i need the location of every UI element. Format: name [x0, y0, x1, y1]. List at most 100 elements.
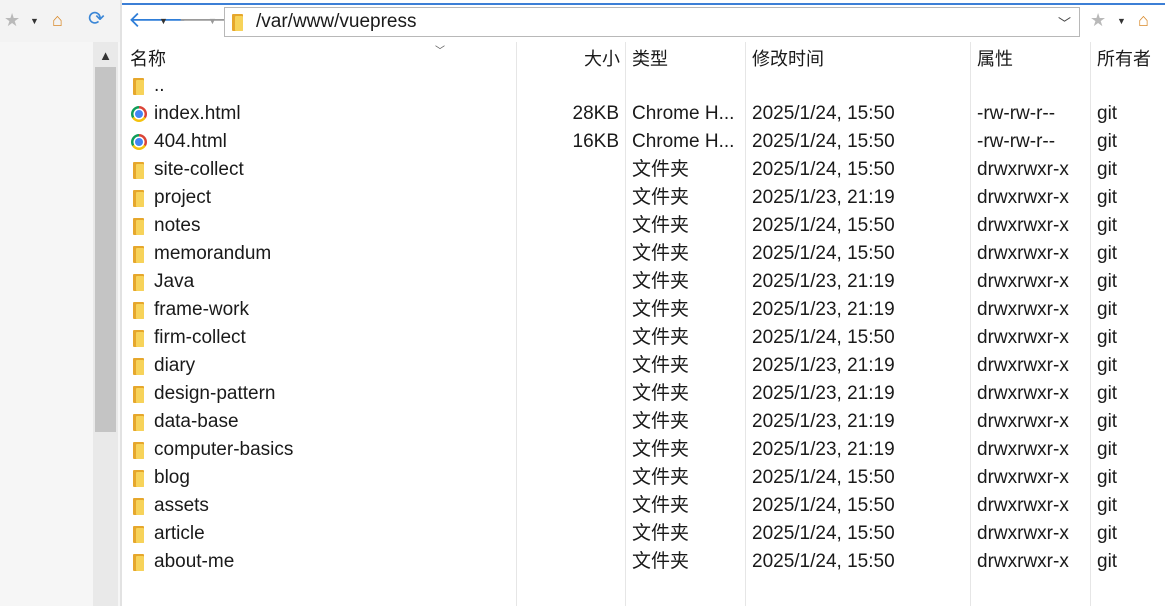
home-icon[interactable]: ⌂ — [1138, 11, 1149, 29]
bookmark-star-icon[interactable]: ★ — [4, 11, 20, 29]
folder-icon — [130, 385, 148, 403]
file-modified: 2025/1/23, 21:19 — [752, 187, 895, 208]
file-size — [517, 212, 619, 240]
file-type: 文件夹 — [632, 271, 690, 292]
file-name: assets — [154, 495, 209, 516]
file-size: 28KB — [572, 103, 619, 124]
file-name: blog — [154, 467, 190, 488]
folder-icon — [130, 273, 148, 291]
file-row[interactable]: about-me 文件夹 2025/1/24, 15:50 drwxrwxr-x git — [122, 548, 1165, 576]
address-path[interactable]: /var/www/vuepress — [256, 11, 417, 33]
file-row[interactable]: memorandum 文件夹 2025/1/24, 15:50 drwxrwxr-x g… — [122, 240, 1165, 268]
file-size — [517, 72, 619, 100]
file-row[interactable]: notes 文件夹 2025/1/24, 15:50 drwxrwxr-x git — [122, 212, 1165, 240]
file-name: computer-basics — [154, 439, 294, 460]
file-size — [517, 156, 619, 184]
file-size — [517, 352, 619, 380]
file-attributes: drwxrwxr-x — [977, 271, 1069, 292]
scroll-up-icon[interactable]: ▲ — [93, 48, 118, 63]
file-row[interactable]: 404.html 16KB Chrome H... 2025/1/24, 15:50 -… — [122, 128, 1165, 156]
file-name: .. — [154, 75, 165, 96]
forward-history-dropdown-icon[interactable]: ▼ — [208, 17, 217, 26]
chevron-down-icon[interactable]: ﹀ — [1058, 13, 1071, 32]
file-name: notes — [154, 215, 201, 236]
column-header-modified[interactable]: 修改时间 — [752, 42, 962, 74]
address-bar[interactable]: /var/www/vuepress ﹀ — [224, 7, 1080, 37]
file-row[interactable]: computer-basics 文件夹 2025/1/23, 21:19 drwxrw… — [122, 436, 1165, 464]
file-row[interactable]: .. — [122, 72, 1165, 100]
file-size — [517, 296, 619, 324]
folder-icon — [130, 497, 148, 515]
file-attributes: drwxrwxr-x — [977, 411, 1069, 432]
file-owner: git — [1097, 299, 1118, 320]
file-row[interactable]: frame-work 文件夹 2025/1/23, 21:19 drwxrwxr-x g… — [122, 296, 1165, 324]
file-row[interactable]: index.html 28KB Chrome H... 2025/1/24, 15:5… — [122, 100, 1165, 128]
file-owner: git — [1097, 131, 1118, 152]
file-owner — [1097, 72, 1157, 100]
file-name: design-pattern — [154, 383, 276, 404]
file-row[interactable]: project 文件夹 2025/1/23, 21:19 drwxrwxr-x git — [122, 184, 1165, 212]
file-name: firm-collect — [154, 327, 246, 348]
file-attributes: drwxrwxr-x — [977, 215, 1069, 236]
column-header-name[interactable]: 名称 — [130, 42, 510, 74]
file-type: 文件夹 — [632, 243, 690, 264]
file-type: 文件夹 — [632, 467, 690, 488]
folder-icon — [130, 329, 148, 347]
file-name: Java — [154, 271, 195, 292]
refresh-icon[interactable]: ⟳ — [88, 9, 105, 29]
file-size — [517, 548, 619, 576]
file-modified: 2025/1/23, 21:19 — [752, 439, 895, 460]
bookmark-dropdown-icon[interactable]: ▼ — [30, 17, 39, 26]
file-row[interactable]: Java 文件夹 2025/1/23, 21:19 drwxrwxr-x git — [122, 268, 1165, 296]
file-attributes: drwxrwxr-x — [977, 159, 1069, 180]
folder-icon — [231, 14, 243, 31]
file-row[interactable]: assets 文件夹 2025/1/24, 15:50 drwxrwxr-x git — [122, 492, 1165, 520]
file-size — [517, 436, 619, 464]
file-row[interactable]: data-base 文件夹 2025/1/23, 21:19 drwxrwxr-x gi… — [122, 408, 1165, 436]
file-type: 文件夹 — [632, 383, 690, 404]
file-owner: git — [1097, 243, 1118, 264]
file-name: index.html — [154, 103, 241, 124]
file-size — [517, 464, 619, 492]
file-size — [517, 184, 619, 212]
folder-icon — [130, 161, 148, 179]
file-owner: git — [1097, 187, 1118, 208]
tree-scrollbar[interactable]: ▲ — [93, 42, 118, 606]
file-row[interactable]: blog 文件夹 2025/1/24, 15:50 drwxrwxr-x git — [122, 464, 1165, 492]
column-header-type[interactable]: 类型 — [632, 42, 742, 74]
file-modified: 2025/1/23, 21:19 — [752, 299, 895, 320]
file-name: article — [154, 523, 205, 544]
file-type: 文件夹 — [632, 327, 690, 348]
file-owner: git — [1097, 159, 1118, 180]
file-row[interactable]: design-pattern 文件夹 2025/1/23, 21:19 drwxrwx… — [122, 380, 1165, 408]
file-modified: 2025/1/24, 15:50 — [752, 243, 895, 264]
file-type: 文件夹 — [632, 495, 690, 516]
bookmark-dropdown-icon[interactable]: ▼ — [1117, 17, 1126, 26]
file-row[interactable]: diary 文件夹 2025/1/23, 21:19 drwxrwxr-x git — [122, 352, 1165, 380]
file-row[interactable]: article 文件夹 2025/1/24, 15:50 drwxrwxr-x git — [122, 520, 1165, 548]
file-modified: 2025/1/24, 15:50 — [752, 159, 895, 180]
bookmark-star-icon[interactable]: ★ — [1090, 11, 1106, 29]
column-header-size[interactable]: 大小 — [522, 42, 620, 74]
file-type: 文件夹 — [632, 215, 690, 236]
home-icon[interactable]: ⌂ — [52, 11, 63, 29]
file-owner: git — [1097, 523, 1118, 544]
back-history-dropdown-icon[interactable]: ▼ — [159, 17, 168, 26]
file-size: 16KB — [572, 131, 619, 152]
file-row[interactable]: firm-collect 文件夹 2025/1/24, 15:50 drwxrwxr-… — [122, 324, 1165, 352]
file-attributes: drwxrwxr-x — [977, 383, 1069, 404]
file-owner: git — [1097, 439, 1118, 460]
focus-line — [122, 3, 1165, 5]
file-list: ﹀ 名称 大小 类型 修改时间 属性 所有者 .. index.html 28KB C… — [122, 42, 1165, 606]
file-name: 404.html — [154, 131, 227, 152]
chrome-file-icon — [130, 105, 148, 123]
column-header-attributes[interactable]: 属性 — [977, 42, 1087, 74]
file-owner: git — [1097, 355, 1118, 376]
file-row[interactable]: site-collect 文件夹 2025/1/24, 15:50 drwxrwxr-… — [122, 156, 1165, 184]
file-modified: 2025/1/23, 21:19 — [752, 383, 895, 404]
file-attributes: drwxrwxr-x — [977, 187, 1069, 208]
file-size — [517, 268, 619, 296]
file-type: Chrome H... — [632, 103, 735, 124]
scrollbar-thumb[interactable] — [95, 67, 116, 432]
column-header-owner[interactable]: 所有者 — [1097, 42, 1163, 74]
